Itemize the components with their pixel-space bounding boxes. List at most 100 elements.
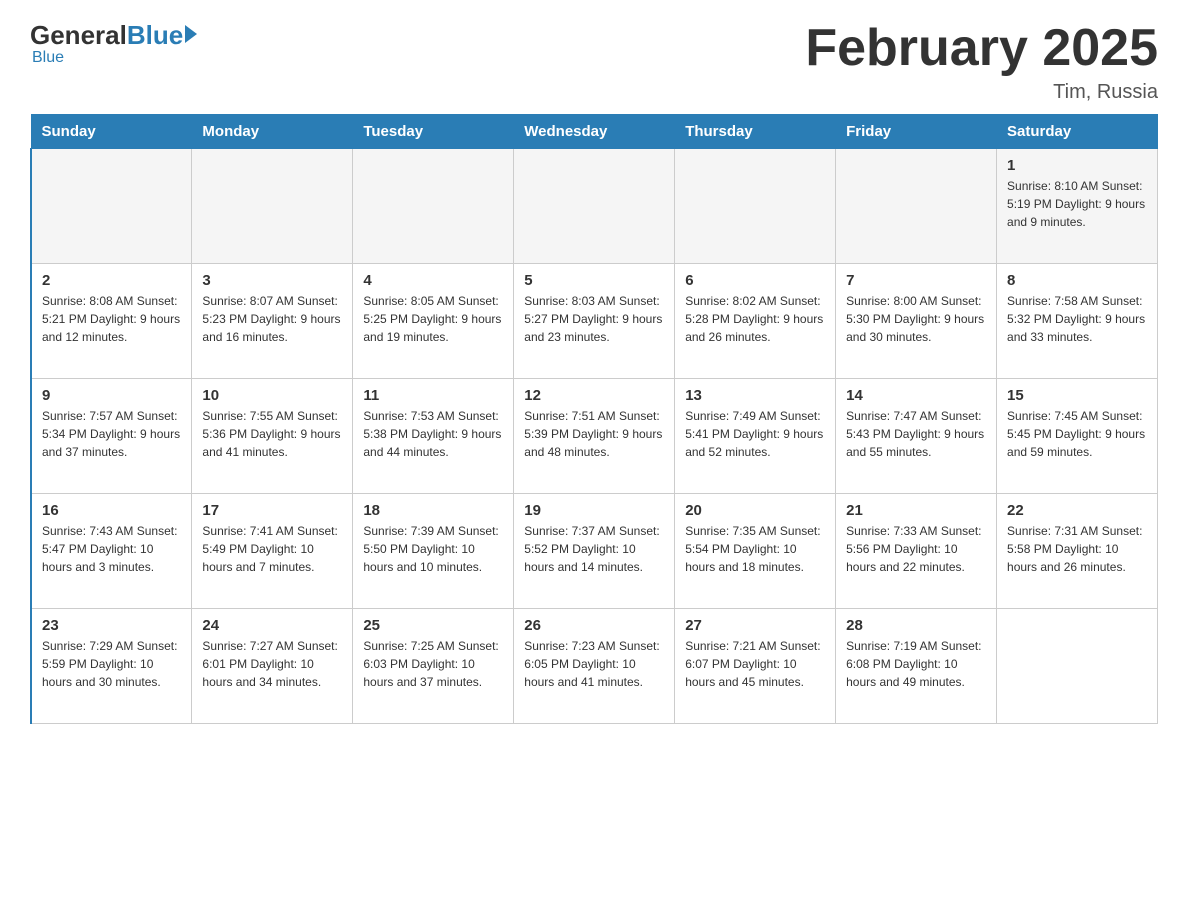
- calendar-cell-w2-d5: 14 Sunrise: 7:47 AM Sunset: 5:43 PM Dayli…: [836, 379, 997, 494]
- day-info: Sunrise: 8:10 AM Sunset: 5:19 PM Dayligh…: [1007, 177, 1147, 231]
- calendar-cell-w1-d1: 3 Sunrise: 8:07 AM Sunset: 5:23 PM Daylig…: [192, 264, 353, 379]
- day-info: Sunrise: 7:41 AM Sunset: 5:49 PM Dayligh…: [202, 522, 342, 576]
- calendar-cell-w0-d2: [353, 149, 514, 264]
- calendar-cell-w2-d1: 10Sunrise: 7:55 AM Sunset: 5:36 PM Dayli…: [192, 379, 353, 494]
- calendar-table: SundayMondayTuesdayWednesdayThursdayFrid…: [30, 114, 1158, 724]
- calendar-cell-w3-d5: 21 Sunrise: 7:33 AM Sunset: 5:56 PM Dayli…: [836, 494, 997, 609]
- calendar-cell-w3-d6: 22 Sunrise: 7:31 AM Sunset: 5:58 PM Dayli…: [997, 494, 1158, 609]
- logo-subtitle: Blue: [32, 49, 64, 67]
- calendar-cell-w4-d4: 27 Sunrise: 7:21 AM Sunset: 6:07 PM Dayli…: [675, 609, 836, 724]
- day-info: Sunrise: 7:23 AM Sunset: 6:05 PM Dayligh…: [524, 637, 664, 691]
- calendar-cell-w2-d6: 15Sunrise: 7:45 AM Sunset: 5:45 PM Dayli…: [997, 379, 1158, 494]
- calendar-cell-w0-d6: 1Sunrise: 8:10 AM Sunset: 5:19 PM Daylig…: [997, 149, 1158, 264]
- day-info: Sunrise: 7:49 AM Sunset: 5:41 PM Dayligh…: [685, 407, 825, 461]
- day-info: Sunrise: 7:35 AM Sunset: 5:54 PM Dayligh…: [685, 522, 825, 576]
- day-info: Sunrise: 7:31 AM Sunset: 5:58 PM Dayligh…: [1007, 522, 1147, 576]
- logo-text: General Blue: [30, 20, 197, 51]
- calendar-cell-w1-d0: 2 Sunrise: 8:08 AM Sunset: 5:21 PM Daylig…: [31, 264, 192, 379]
- day-number: 22: [1007, 502, 1147, 519]
- calendar-cell-w2-d4: 13 Sunrise: 7:49 AM Sunset: 5:41 PM Dayli…: [675, 379, 836, 494]
- day-info: Sunrise: 8:05 AM Sunset: 5:25 PM Dayligh…: [363, 292, 503, 346]
- calendar-cell-w1-d2: 4 Sunrise: 8:05 AM Sunset: 5:25 PM Daylig…: [353, 264, 514, 379]
- day-number: 9: [42, 387, 181, 404]
- calendar-week-4: 23 Sunrise: 7:29 AM Sunset: 5:59 PM Dayli…: [31, 609, 1158, 724]
- calendar-cell-w1-d6: 8 Sunrise: 7:58 AM Sunset: 5:32 PM Daylig…: [997, 264, 1158, 379]
- calendar-cell-w0-d5: [836, 149, 997, 264]
- calendar-cell-w2-d0: 9 Sunrise: 7:57 AM Sunset: 5:34 PM Daylig…: [31, 379, 192, 494]
- day-info: Sunrise: 7:39 AM Sunset: 5:50 PM Dayligh…: [363, 522, 503, 576]
- col-header-saturday: Saturday: [997, 115, 1158, 149]
- calendar-week-1: 2 Sunrise: 8:08 AM Sunset: 5:21 PM Daylig…: [31, 264, 1158, 379]
- logo: General Blue Blue: [30, 20, 197, 67]
- day-info: Sunrise: 7:47 AM Sunset: 5:43 PM Dayligh…: [846, 407, 986, 461]
- day-number: 18: [363, 502, 503, 519]
- day-number: 13: [685, 387, 825, 404]
- calendar-cell-w0-d1: [192, 149, 353, 264]
- day-info: Sunrise: 7:51 AM Sunset: 5:39 PM Dayligh…: [524, 407, 664, 461]
- day-info: Sunrise: 7:21 AM Sunset: 6:07 PM Dayligh…: [685, 637, 825, 691]
- day-info: Sunrise: 8:02 AM Sunset: 5:28 PM Dayligh…: [685, 292, 825, 346]
- day-number: 3: [202, 272, 342, 289]
- calendar-week-3: 16 Sunrise: 7:43 AM Sunset: 5:47 PM Dayli…: [31, 494, 1158, 609]
- logo-arrow-icon: [185, 25, 197, 43]
- day-number: 25: [363, 617, 503, 634]
- day-info: Sunrise: 7:37 AM Sunset: 5:52 PM Dayligh…: [524, 522, 664, 576]
- calendar-cell-w0-d3: [514, 149, 675, 264]
- calendar-week-0: 1Sunrise: 8:10 AM Sunset: 5:19 PM Daylig…: [31, 149, 1158, 264]
- day-info: Sunrise: 8:03 AM Sunset: 5:27 PM Dayligh…: [524, 292, 664, 346]
- day-info: Sunrise: 7:27 AM Sunset: 6:01 PM Dayligh…: [202, 637, 342, 691]
- day-number: 20: [685, 502, 825, 519]
- day-info: Sunrise: 7:43 AM Sunset: 5:47 PM Dayligh…: [42, 522, 181, 576]
- day-number: 19: [524, 502, 664, 519]
- day-number: 7: [846, 272, 986, 289]
- day-number: 21: [846, 502, 986, 519]
- calendar-cell-w4-d0: 23 Sunrise: 7:29 AM Sunset: 5:59 PM Dayli…: [31, 609, 192, 724]
- day-number: 8: [1007, 272, 1147, 289]
- day-info: Sunrise: 7:57 AM Sunset: 5:34 PM Dayligh…: [42, 407, 181, 461]
- calendar-cell-w0-d0: [31, 149, 192, 264]
- logo-blue: Blue: [127, 20, 183, 51]
- day-number: 16: [42, 502, 181, 519]
- day-info: Sunrise: 8:08 AM Sunset: 5:21 PM Dayligh…: [42, 292, 181, 346]
- calendar-cell-w3-d2: 18 Sunrise: 7:39 AM Sunset: 5:50 PM Dayli…: [353, 494, 514, 609]
- calendar-subtitle: Tim, Russia: [805, 81, 1158, 104]
- calendar-cell-w1-d4: 6 Sunrise: 8:02 AM Sunset: 5:28 PM Daylig…: [675, 264, 836, 379]
- col-header-monday: Monday: [192, 115, 353, 149]
- calendar-cell-w2-d3: 12 Sunrise: 7:51 AM Sunset: 5:39 PM Dayli…: [514, 379, 675, 494]
- calendar-cell-w3-d4: 20 Sunrise: 7:35 AM Sunset: 5:54 PM Dayli…: [675, 494, 836, 609]
- col-header-sunday: Sunday: [31, 115, 192, 149]
- calendar-cell-w4-d2: 25Sunrise: 7:25 AM Sunset: 6:03 PM Dayli…: [353, 609, 514, 724]
- day-info: Sunrise: 7:55 AM Sunset: 5:36 PM Dayligh…: [202, 407, 342, 461]
- day-number: 11: [363, 387, 503, 404]
- page-header: General Blue Blue February 2025 Tim, Rus…: [30, 20, 1158, 104]
- day-number: 23: [42, 617, 181, 634]
- day-number: 2: [42, 272, 181, 289]
- calendar-title: February 2025: [805, 20, 1158, 77]
- col-header-friday: Friday: [836, 115, 997, 149]
- day-number: 6: [685, 272, 825, 289]
- calendar-cell-w4-d1: 24Sunrise: 7:27 AM Sunset: 6:01 PM Dayli…: [192, 609, 353, 724]
- calendar-cell-w2-d2: 11 Sunrise: 7:53 AM Sunset: 5:38 PM Dayli…: [353, 379, 514, 494]
- day-info: Sunrise: 7:53 AM Sunset: 5:38 PM Dayligh…: [363, 407, 503, 461]
- day-number: 17: [202, 502, 342, 519]
- col-header-wednesday: Wednesday: [514, 115, 675, 149]
- day-number: 27: [685, 617, 825, 634]
- day-number: 4: [363, 272, 503, 289]
- calendar-cell-w4-d3: 26Sunrise: 7:23 AM Sunset: 6:05 PM Dayli…: [514, 609, 675, 724]
- day-info: Sunrise: 7:58 AM Sunset: 5:32 PM Dayligh…: [1007, 292, 1147, 346]
- day-number: 14: [846, 387, 986, 404]
- calendar-header-row: SundayMondayTuesdayWednesdayThursdayFrid…: [31, 115, 1158, 149]
- logo-general: General: [30, 20, 127, 51]
- day-number: 28: [846, 617, 986, 634]
- calendar-cell-w1-d3: 5Sunrise: 8:03 AM Sunset: 5:27 PM Daylig…: [514, 264, 675, 379]
- day-info: Sunrise: 8:07 AM Sunset: 5:23 PM Dayligh…: [202, 292, 342, 346]
- day-info: Sunrise: 7:33 AM Sunset: 5:56 PM Dayligh…: [846, 522, 986, 576]
- calendar-cell-w3-d1: 17 Sunrise: 7:41 AM Sunset: 5:49 PM Dayli…: [192, 494, 353, 609]
- calendar-cell-w3-d0: 16 Sunrise: 7:43 AM Sunset: 5:47 PM Dayli…: [31, 494, 192, 609]
- calendar-cell-w3-d3: 19 Sunrise: 7:37 AM Sunset: 5:52 PM Dayli…: [514, 494, 675, 609]
- day-info: Sunrise: 7:29 AM Sunset: 5:59 PM Dayligh…: [42, 637, 181, 691]
- day-info: Sunrise: 7:19 AM Sunset: 6:08 PM Dayligh…: [846, 637, 986, 691]
- calendar-cell-w4-d5: 28 Sunrise: 7:19 AM Sunset: 6:08 PM Dayli…: [836, 609, 997, 724]
- col-header-tuesday: Tuesday: [353, 115, 514, 149]
- day-number: 12: [524, 387, 664, 404]
